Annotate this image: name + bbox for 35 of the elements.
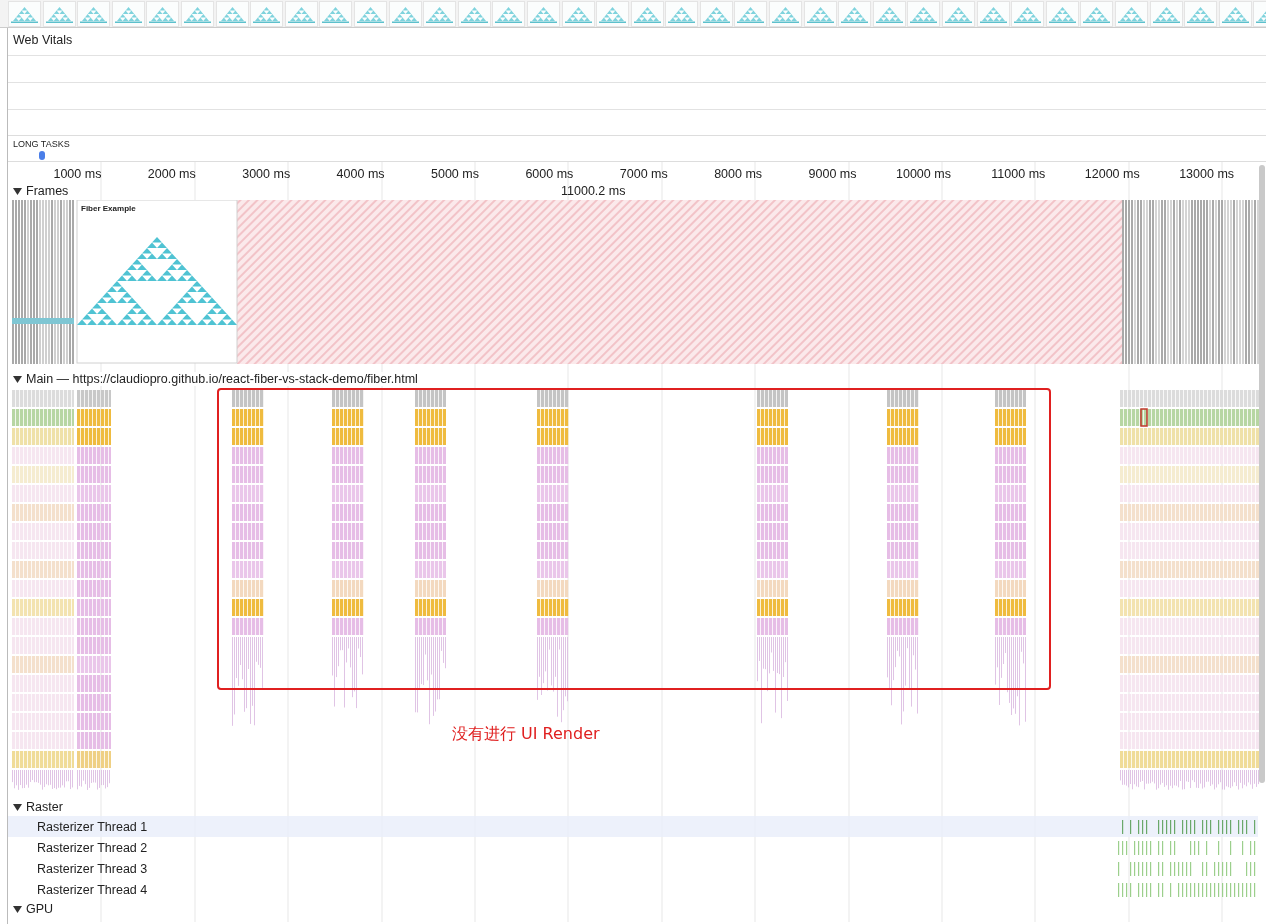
time-tick-label: 13000 ms xyxy=(1178,166,1236,182)
thread-label: Rasterizer Thread 2 xyxy=(37,840,148,855)
track-toggle[interactable]: Raster xyxy=(26,800,63,814)
time-tick-label: 11000 ms xyxy=(990,166,1047,182)
time-tick-label: 10000 ms xyxy=(895,166,952,182)
track-title: Web Vitals xyxy=(12,32,73,49)
time-tick-label: 12000 ms xyxy=(1083,166,1141,182)
thread-row[interactable]: Rasterizer Thread 1 xyxy=(8,816,1258,837)
thread-label: Rasterizer Thread 3 xyxy=(37,861,148,876)
time-tick-label: 3000 ms xyxy=(241,166,292,182)
thread-row[interactable]: Rasterizer Thread 2 xyxy=(8,837,1258,858)
thread-label: Rasterizer Thread 1 xyxy=(37,819,148,834)
annotation-text: 没有进行 UI Render xyxy=(452,724,600,745)
time-tick-label: 6000 ms xyxy=(524,166,575,182)
thread-label: Rasterizer Thread 4 xyxy=(37,882,148,897)
time-tick-label: 5000 ms xyxy=(430,166,480,182)
time-tick-label: 9000 ms xyxy=(807,166,858,182)
time-tick-label: 4000 ms xyxy=(335,166,386,182)
time-tick-label: 8000 ms xyxy=(713,166,764,182)
track-title: LONG TASKS xyxy=(12,138,70,149)
time-tick-label: 2000 ms xyxy=(146,166,197,182)
expand-triangle-icon[interactable] xyxy=(13,803,22,811)
frame-duration-label: 11000.2 ms xyxy=(561,184,626,198)
expand-triangle-icon[interactable] xyxy=(13,187,22,195)
time-tick-label: 7000 ms xyxy=(618,166,669,182)
track-toggle[interactable]: Main — https://claudiopro.github.io/react-fiber-vs-stack-demo/fiber.html xyxy=(26,372,418,386)
time-tick-label: 1000 ms xyxy=(52,166,103,182)
thread-row[interactable]: Rasterizer Thread 3 xyxy=(8,858,1258,879)
long-task-marker xyxy=(39,151,45,160)
track-toggle[interactable]: GPU xyxy=(26,902,54,916)
track-toggle[interactable]: Frames xyxy=(26,184,69,198)
expand-triangle-icon[interactable] xyxy=(13,375,22,383)
page-heading: Fiber Example xyxy=(81,204,136,213)
expand-triangle-icon[interactable] xyxy=(13,905,22,913)
thread-row[interactable]: Rasterizer Thread 4 xyxy=(8,879,1258,900)
